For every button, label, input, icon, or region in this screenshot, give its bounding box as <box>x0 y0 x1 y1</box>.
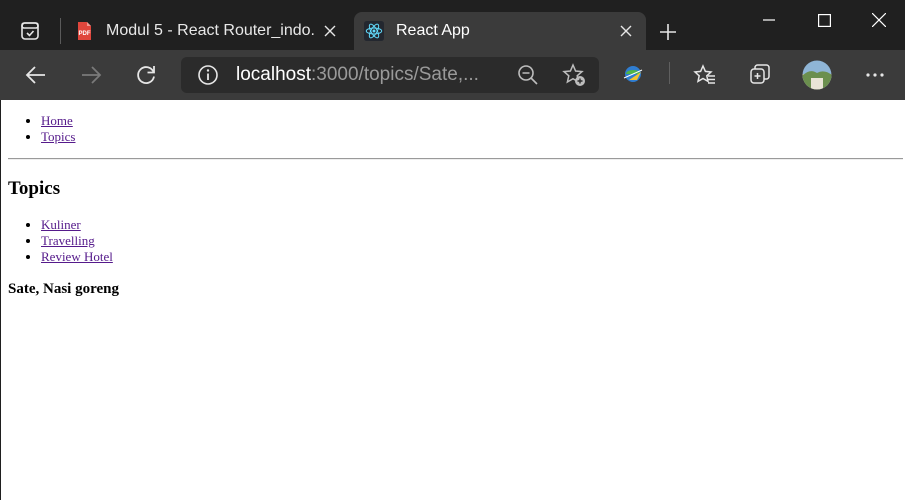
topics-heading: Topics <box>8 178 61 199</box>
avatar <box>802 60 832 90</box>
tab-react-app[interactable]: React App <box>354 12 646 50</box>
refresh-button[interactable] <box>129 58 163 92</box>
minimize-icon <box>763 19 775 21</box>
close-tab-icon[interactable] <box>612 17 640 45</box>
topic-item: Review Hotel <box>41 249 113 265</box>
topic-link-review-hotel[interactable]: Review Hotel <box>41 249 113 264</box>
back-button[interactable] <box>19 58 53 92</box>
topics-link[interactable]: Topics <box>41 129 75 144</box>
address-url[interactable]: localhost:3000/topics/Sate,... <box>236 64 479 86</box>
svg-text:PDF: PDF <box>79 31 91 37</box>
url-path: :3000/topics/Sate,... <box>311 64 479 85</box>
tab-separator <box>60 18 61 44</box>
topic-link-travelling[interactable]: Travelling <box>41 233 95 248</box>
download-manager-icon <box>623 66 643 82</box>
url-host: localhost <box>236 64 311 85</box>
collections-button[interactable] <box>743 58 777 92</box>
toolbar-divider <box>669 62 670 84</box>
collections-icon <box>750 64 770 84</box>
zoom-out-icon[interactable] <box>517 64 539 86</box>
browser-toolbar: localhost:3000/topics/Sate,... <box>0 50 905 100</box>
plus-icon <box>660 24 676 40</box>
pdf-icon: PDF <box>74 21 94 41</box>
tab-title: React App <box>396 22 470 39</box>
extension-button[interactable] <box>616 58 650 92</box>
horizontal-rule <box>8 158 903 160</box>
back-arrow-icon <box>25 66 45 84</box>
forward-arrow-icon <box>82 66 102 84</box>
forward-button[interactable] <box>74 58 108 92</box>
topic-list: Kuliner Travelling Review Hotel <box>23 217 113 265</box>
address-bar[interactable]: localhost:3000/topics/Sate,... <box>181 57 599 93</box>
main-nav: Home Topics <box>23 113 75 145</box>
favorites-icon <box>693 64 715 84</box>
selected-topic-title: Sate, Nasi goreng <box>8 281 119 297</box>
close-tab-icon[interactable] <box>316 17 344 45</box>
info-icon[interactable] <box>197 64 219 86</box>
tab-title: Modul 5 - React Router_indo.pdf <box>106 22 316 39</box>
react-icon <box>364 21 384 41</box>
favorites-button[interactable] <box>688 58 722 92</box>
close-icon <box>872 13 886 27</box>
more-icon <box>866 73 884 77</box>
topic-item: Travelling <box>41 233 113 249</box>
tab-actions-button[interactable] <box>10 12 50 50</box>
tab-strip: PDF Modul 5 - React Router_indo.pdf Reac… <box>0 0 905 50</box>
topic-item: Kuliner <box>41 217 113 233</box>
home-link[interactable]: Home <box>41 113 73 128</box>
page-content: Home Topics Topics Kuliner Travelling Re… <box>1 100 905 500</box>
tab-actions-icon <box>21 22 39 40</box>
topic-link-kuliner[interactable]: Kuliner <box>41 217 81 232</box>
tab-pdf[interactable]: PDF Modul 5 - React Router_indo.pdf <box>64 12 350 50</box>
maximize-icon <box>817 13 831 27</box>
settings-more-button[interactable] <box>858 58 892 92</box>
nav-item: Topics <box>41 129 75 145</box>
minimize-button[interactable] <box>740 0 798 40</box>
refresh-icon <box>137 66 155 84</box>
nav-item: Home <box>41 113 75 129</box>
close-window-button[interactable] <box>850 0 905 40</box>
profile-button[interactable] <box>800 58 834 92</box>
maximize-button[interactable] <box>795 0 853 40</box>
new-tab-button[interactable] <box>652 16 684 48</box>
add-favorite-icon[interactable] <box>562 63 586 87</box>
